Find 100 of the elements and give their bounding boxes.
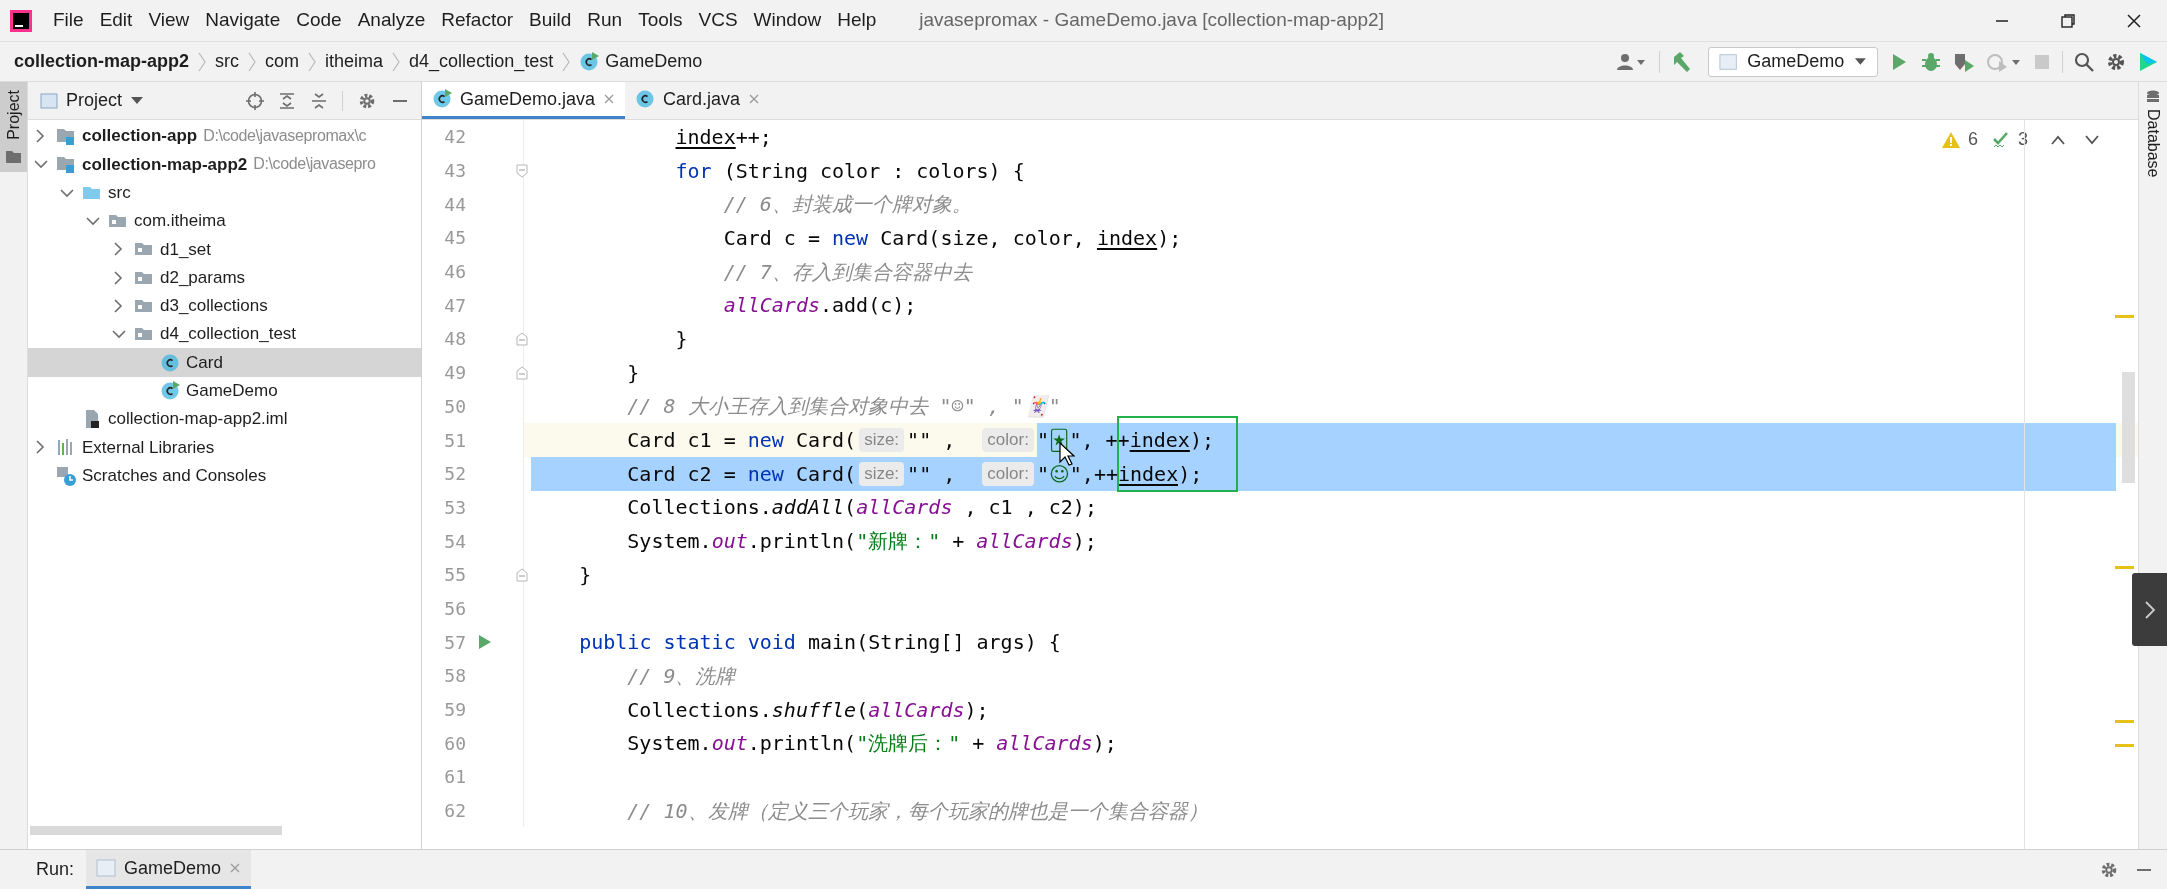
tree-item[interactable]: Card [28, 348, 421, 377]
tree-item[interactable]: collection-app D:\code\javasepromax\c [28, 122, 421, 151]
editor-tab[interactable]: Card.java [625, 82, 771, 119]
chevron-down-icon[interactable] [86, 215, 100, 228]
line-number: 59 [443, 698, 466, 723]
breadcrumb-item[interactable]: GameDemo [571, 48, 711, 75]
code-text: } [579, 561, 592, 589]
expand-panel-button[interactable] [2132, 573, 2167, 646]
chevron-icon [561, 50, 572, 73]
chevron-right-icon[interactable] [34, 129, 46, 144]
menu-item[interactable]: Refactor [434, 2, 521, 39]
previous-icon[interactable] [2050, 133, 2066, 146]
expand-all-icon[interactable] [278, 91, 296, 110]
scratches-icon [56, 465, 76, 486]
breadcrumb-item[interactable]: com [257, 48, 308, 75]
restore-icon[interactable] [2060, 12, 2076, 29]
runnable-class-icon [432, 89, 452, 109]
menu-item[interactable]: Code [289, 2, 349, 39]
menu-item[interactable]: Help [830, 2, 884, 39]
line-number: 51 [443, 428, 466, 453]
chevron-down-icon[interactable] [34, 158, 48, 171]
code-text: allCards.add(c); [723, 292, 917, 320]
chevron-right-icon[interactable] [34, 440, 46, 455]
code-text: System.out.println("洗牌后：" + allCards); [627, 730, 1117, 758]
next-icon[interactable] [2084, 133, 2100, 146]
collapse-all-icon[interactable] [310, 91, 328, 110]
line-number: 60 [443, 731, 466, 756]
module-icon [56, 154, 76, 175]
line-number: 61 [443, 765, 466, 790]
warning-marker[interactable] [2115, 566, 2134, 569]
chevron-right-icon[interactable] [112, 298, 124, 313]
breadcrumb-item[interactable]: d4_collection_test [401, 48, 562, 75]
menu-item[interactable]: Analyze [350, 2, 433, 39]
tree-item[interactable]: collection-map-app2.iml [28, 404, 421, 434]
tree-item[interactable]: d4_collection_test [28, 320, 421, 349]
search-icon[interactable] [2073, 50, 2095, 73]
tree-item[interactable]: d1_set [28, 235, 421, 264]
project-view-dropdown[interactable]: Project [66, 87, 145, 114]
menu-item[interactable]: View [141, 2, 197, 39]
chevron-down-icon[interactable] [112, 328, 126, 341]
caret-icon [130, 96, 145, 105]
line-number: 53 [443, 495, 466, 520]
menu-item[interactable]: Tools [631, 2, 690, 39]
tree-item[interactable]: src [28, 178, 421, 207]
chevron-right-icon[interactable] [2143, 599, 2156, 620]
tree-item[interactable]: com.itheima [28, 206, 421, 236]
close-icon[interactable] [2126, 12, 2142, 29]
tool-window-tab[interactable]: Project [0, 82, 27, 172]
code-text: // 8 大小王存入到集合对象中去 "☺" , "🃏" [627, 393, 1061, 421]
check-icon[interactable] [1992, 130, 2010, 149]
breadcrumb-item[interactable]: src [207, 48, 248, 75]
run-tab[interactable]: GameDemo [86, 850, 252, 889]
tree-item[interactable]: GameDemo [28, 376, 421, 405]
tree-item[interactable]: External Libraries [28, 433, 421, 462]
chevron-down-icon[interactable] [60, 186, 74, 199]
menu-item[interactable]: Window [746, 2, 829, 39]
warning-count[interactable]: 6 [1967, 126, 1978, 153]
horizontal-scrollbar[interactable] [30, 826, 282, 835]
vertical-scrollbar[interactable] [2122, 372, 2135, 483]
menu-item[interactable]: Edit [92, 2, 140, 39]
caret-icon [1854, 57, 1867, 66]
runnable-class-icon [160, 380, 180, 401]
editor-tab[interactable]: GameDemo.java [422, 82, 626, 119]
app-logo-icon [10, 9, 32, 32]
run-gutter-icon[interactable] [477, 634, 493, 651]
line-number: 56 [443, 596, 466, 621]
code-text: // 9、洗牌 [627, 662, 736, 690]
tree-item[interactable]: d2_params [28, 263, 421, 292]
database-icon [2145, 90, 2161, 103]
tree-item[interactable]: Scratches and Consoles [28, 461, 421, 490]
chevron-right-icon[interactable] [112, 270, 124, 285]
code-text: index++; [675, 123, 772, 151]
menu-item[interactable]: Run [580, 2, 630, 39]
code-text: // 6、封装成一个牌对象。 [723, 191, 972, 219]
code-text: "" , [907, 456, 980, 491]
tree-item[interactable]: collection-map-app2 D:\code\javasepro [28, 150, 421, 179]
breadcrumb-item[interactable]: itheima [317, 48, 392, 75]
breadcrumb-item[interactable]: collection-map-app2 [14, 48, 198, 75]
tree-item[interactable]: d3_collections [28, 291, 421, 321]
menu-item[interactable]: Navigate [198, 2, 288, 39]
tool-window-tab[interactable]: Database [2139, 86, 2167, 182]
chevron-icon [391, 50, 402, 73]
warning-marker[interactable] [2115, 720, 2134, 723]
code-text: System.out.println("新牌：" + allCards); [627, 528, 1097, 556]
warning-marker[interactable] [2115, 315, 2134, 318]
chevron-right-icon[interactable] [112, 242, 124, 257]
warning-marker[interactable] [2115, 744, 2134, 747]
chevron-icon [247, 50, 258, 73]
run-configuration-dropdown[interactable]: GameDemo [1708, 46, 1878, 77]
line-number: 54 [443, 529, 466, 554]
line-number: 47 [443, 293, 466, 318]
line-number: 52 [443, 462, 466, 487]
inlay-hint: color: [982, 461, 1034, 486]
locate-icon[interactable] [246, 91, 264, 110]
menu-item[interactable]: Build [522, 2, 579, 39]
debug-bug-icon[interactable] [1920, 50, 1942, 73]
code-text: "" , [907, 427, 957, 455]
menu-item[interactable]: File [46, 2, 91, 39]
menu-item[interactable]: VCS [691, 2, 745, 39]
code-text: // 7、存入到集合容器中去 [723, 258, 972, 286]
